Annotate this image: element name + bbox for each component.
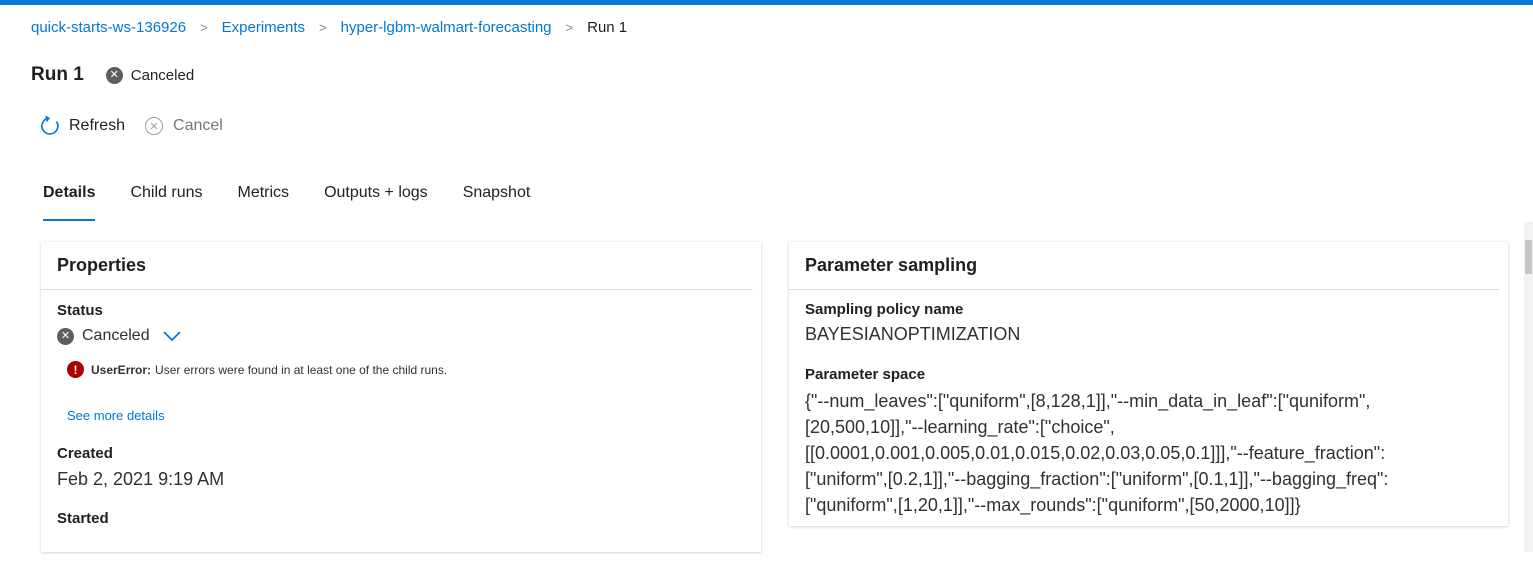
parameter-space-line: ["quniform",[1,20,1]],"--max_rounds":["q… [805,495,1301,515]
page-title: Run 1 [31,64,84,85]
created-label: Created [57,445,113,462]
scrollbar-thumb[interactable] [1525,240,1532,274]
properties-card: Properties Status ✕ Canceled ! UserError… [41,242,761,552]
status-badge: ✕ Canceled [105,66,195,84]
breadcrumb-workspace[interactable]: quick-starts-ws-136926 [31,19,186,36]
chevron-down-icon[interactable] [162,329,182,343]
created-value: Feb 2, 2021 9:19 AM [57,469,225,489]
parameter-sampling-card: Parameter sampling Sampling policy name … [789,242,1508,526]
tab-metrics[interactable]: Metrics [238,181,290,221]
cancel-button[interactable]: ✕ Cancel [145,117,223,135]
canceled-icon: ✕ [57,327,74,345]
toolbar: Refresh ✕ Cancel [39,114,223,138]
refresh-button[interactable]: Refresh [39,115,125,137]
tab-child-runs[interactable]: Child runs [130,181,202,221]
status-label: Status [57,302,103,319]
breadcrumb-current: Run 1 [587,18,628,36]
breadcrumb-chevron-icon: > [565,19,574,35]
status-text: Canceled [130,66,195,84]
top-accent-bar [0,0,1533,5]
error-message: ! UserError: User errors were found in a… [67,361,447,378]
page-scrollbar[interactable] [1524,222,1533,552]
breadcrumb-experiments[interactable]: Experiments [222,19,305,36]
breadcrumb-experiment[interactable]: hyper-lgbm-walmart-forecasting [341,19,552,36]
properties-title: Properties [41,242,753,290]
tab-outputs-logs[interactable]: Outputs + logs [324,181,428,221]
status-value: ✕ Canceled [57,327,182,345]
refresh-label: Refresh [69,117,126,134]
tab-bar: Details Child runs Metrics Outputs + log… [43,181,565,221]
canceled-icon: ✕ [105,66,123,84]
cancel-icon: ✕ [145,117,164,135]
parameter-space-line: ["uniform",[0.2,1]],"--bagging_fraction"… [805,469,1389,489]
cancel-label: Cancel [173,117,223,134]
error-type: UserError: [91,362,152,377]
parameter-sampling-title: Parameter sampling [789,242,1500,290]
breadcrumb: quick-starts-ws-136926 > Experiments > h… [31,16,627,38]
sampling-policy-label: Sampling policy name [805,301,964,318]
tab-details[interactable]: Details [43,181,96,221]
parameter-space-line: [[0.0001,0.001,0.005,0.01,0.015,0.02,0.0… [805,443,1386,463]
page-header: Run 1 ✕ Canceled [31,63,194,87]
parameter-space-line: [20,500,10]],"--learning_rate":["choice"… [805,417,1115,437]
breadcrumb-chevron-icon: > [200,19,208,35]
parameter-space-label: Parameter space [805,366,926,383]
error-text: User errors were found in at least one o… [155,362,448,377]
breadcrumb-chevron-icon: > [319,19,327,35]
parameter-space-value: {"--num_leaves":["quniform",[8,128,1]],"… [805,388,1485,518]
tab-snapshot[interactable]: Snapshot [463,181,531,221]
see-more-details-link[interactable]: See more details [67,408,165,423]
started-label: Started [57,510,109,527]
parameter-space-line: {"--num_leaves":["quniform",[8,128,1]],"… [805,391,1371,411]
sampling-policy-value: BAYESIANOPTIMIZATION [805,324,1021,344]
error-icon: ! [67,361,84,378]
refresh-icon [41,115,59,135]
status-value-text: Canceled [82,327,150,344]
